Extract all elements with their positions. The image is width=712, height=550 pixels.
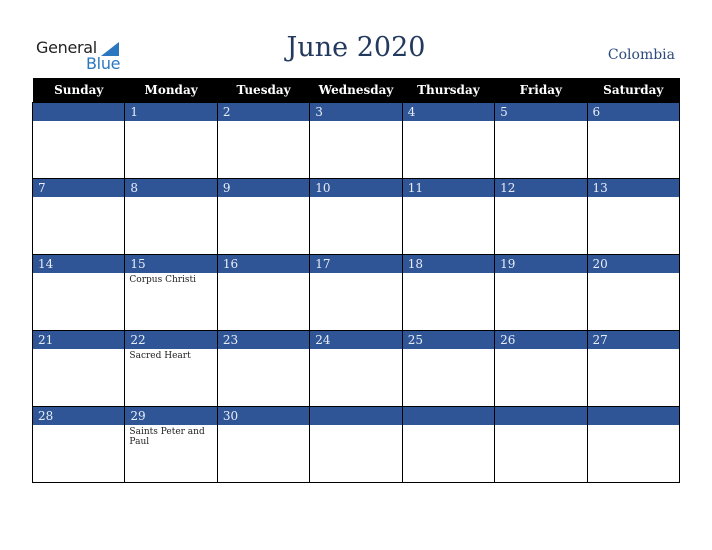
day-number: 18 <box>402 255 495 273</box>
country-label: Colombia <box>607 47 675 63</box>
day-number: 27 <box>587 331 679 349</box>
day-cell[interactable]: 13 <box>586 178 681 255</box>
holiday-label: Saints Peter and Paul <box>129 427 205 447</box>
week-row: 7 8 9 10 11 12 13 <box>31 178 681 255</box>
day-cell[interactable]: 21 <box>31 330 126 407</box>
week-row: 21 22 Sacred Heart 23 24 25 26 27 <box>31 330 681 407</box>
day-number: 17 <box>310 255 402 273</box>
day-cell[interactable]: 8 <box>124 178 218 255</box>
day-number: 7 <box>33 179 125 197</box>
day-cell[interactable]: 2 <box>216 102 311 179</box>
day-number: 13 <box>587 179 679 197</box>
day-number: 10 <box>310 179 402 197</box>
day-number: 23 <box>217 331 310 349</box>
day-cell[interactable] <box>401 406 496 483</box>
day-cell[interactable]: 11 <box>401 178 496 255</box>
day-cell[interactable]: 4 <box>401 102 496 179</box>
day-number: 16 <box>217 255 310 273</box>
day-number: 25 <box>402 331 495 349</box>
week-row: 28 29 Saints Peter and Paul 30 <box>31 406 681 483</box>
day-number: 26 <box>495 331 587 349</box>
weekday-header-friday: Friday <box>494 78 588 103</box>
day-cell[interactable] <box>309 406 403 483</box>
day-cell[interactable]: 7 <box>31 178 126 255</box>
day-cell[interactable]: 17 <box>309 254 403 331</box>
day-cell[interactable]: 9 <box>216 178 311 255</box>
day-number <box>495 407 587 425</box>
weekday-header-wednesday: Wednesday <box>309 78 403 103</box>
day-cell[interactable]: 3 <box>309 102 403 179</box>
day-cell[interactable] <box>494 406 588 483</box>
day-cell[interactable]: 30 <box>216 406 311 483</box>
day-number: 29 <box>125 407 217 425</box>
day-number: 11 <box>402 179 495 197</box>
day-number: 28 <box>33 407 125 425</box>
day-number: 19 <box>495 255 587 273</box>
day-number: 30 <box>217 407 310 425</box>
day-cell[interactable]: 15 Corpus Christi <box>124 254 218 331</box>
day-cell[interactable]: 16 <box>216 254 311 331</box>
calendar-grid: Sunday Monday Tuesday Wednesday Thursday Frid… <box>31 78 681 483</box>
day-cell[interactable]: 26 <box>494 330 588 407</box>
day-cell[interactable]: 14 <box>31 254 126 331</box>
day-cell[interactable]: 22 Sacred Heart <box>124 330 218 407</box>
weekday-header-saturday: Saturday <box>587 78 680 103</box>
day-cell[interactable]: 23 <box>216 330 311 407</box>
weekday-header-monday: Monday <box>124 78 218 103</box>
day-cell[interactable]: 29 Saints Peter and Paul <box>124 406 218 483</box>
day-cell[interactable]: 20 <box>586 254 681 331</box>
day-number: 6 <box>587 103 679 121</box>
day-cell[interactable]: 18 <box>401 254 496 331</box>
day-number <box>33 103 125 121</box>
day-cell[interactable] <box>31 102 126 179</box>
day-number: 1 <box>125 103 217 121</box>
day-number: 22 <box>125 331 217 349</box>
day-number <box>587 407 679 425</box>
holiday-label: Corpus Christi <box>129 275 197 285</box>
day-number: 15 <box>125 255 217 273</box>
holiday-label: Sacred Heart <box>129 351 191 361</box>
day-cell[interactable] <box>586 406 681 483</box>
day-number <box>310 407 402 425</box>
day-number: 24 <box>310 331 402 349</box>
day-cell[interactable]: 6 <box>586 102 681 179</box>
week-row: 123456 <box>31 102 681 179</box>
day-cell[interactable]: 25 <box>401 330 496 407</box>
day-number: 5 <box>495 103 587 121</box>
day-cell[interactable]: 10 <box>309 178 403 255</box>
day-cell[interactable]: 5 <box>494 102 588 179</box>
day-number <box>402 407 495 425</box>
weekday-header-row: Sunday Monday Tuesday Wednesday Thursday Frid… <box>32 78 680 103</box>
day-cell[interactable]: 24 <box>309 330 403 407</box>
day-number: 8 <box>125 179 217 197</box>
day-number: 4 <box>402 103 495 121</box>
day-cell[interactable]: 1 <box>124 102 218 179</box>
day-number: 20 <box>587 255 679 273</box>
weekday-header-tuesday: Tuesday <box>217 78 310 103</box>
day-number: 3 <box>310 103 402 121</box>
weekday-header-sunday: Sunday <box>32 78 125 103</box>
calendar-title: June 2020 <box>286 32 426 63</box>
day-number: 2 <box>217 103 310 121</box>
day-cell[interactable]: 19 <box>494 254 588 331</box>
day-number: 14 <box>33 255 125 273</box>
day-cell[interactable]: 28 <box>31 406 126 483</box>
weekday-header-thursday: Thursday <box>402 78 495 103</box>
day-number: 12 <box>495 179 587 197</box>
day-number: 21 <box>33 331 125 349</box>
day-number: 9 <box>217 179 310 197</box>
week-row: 14 15 Corpus Christi 16 17 18 19 20 <box>31 254 681 331</box>
day-cell[interactable]: 12 <box>494 178 588 255</box>
day-cell[interactable]: 27 <box>586 330 681 407</box>
